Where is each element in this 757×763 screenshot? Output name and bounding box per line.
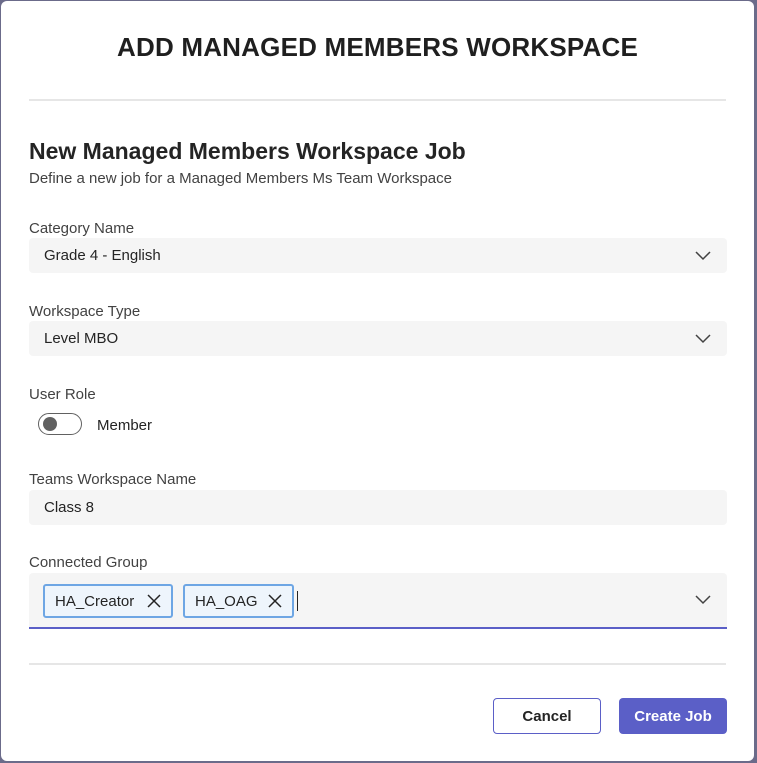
dialog-title: ADD MANAGED MEMBERS WORKSPACE	[117, 32, 638, 62]
add-workspace-dialog: ADD MANAGED MEMBERS WORKSPACE New Manage…	[1, 1, 754, 761]
workspace-name-input[interactable]: Class 8	[29, 490, 727, 525]
group-chip-label: HA_OAG	[195, 592, 258, 610]
footer-divider	[29, 663, 726, 665]
chevron-down-icon	[695, 333, 711, 343]
group-chip: HA_Creator	[43, 584, 173, 618]
toggle-knob	[43, 417, 57, 431]
user-role-toggle-label: Member	[97, 417, 153, 434]
workspace-name-value: Class 8	[44, 499, 95, 516]
cancel-button[interactable]: Cancel	[493, 698, 601, 734]
header-divider	[29, 99, 726, 101]
workspace-type-value: Level MBO	[44, 330, 119, 347]
close-icon[interactable]	[268, 594, 282, 608]
category-value: Grade 4 - English	[44, 247, 161, 264]
group-chip-label: HA_Creator	[55, 592, 135, 610]
category-label: Category Name	[29, 220, 135, 237]
workspace-type-label: Workspace Type	[29, 303, 141, 320]
section-subtitle: Define a new job for a Managed Members M…	[29, 170, 452, 187]
workspace-type-dropdown[interactable]: Level MBO	[29, 321, 727, 356]
group-chip: HA_OAG	[183, 584, 294, 618]
workspace-name-label: Teams Workspace Name	[29, 471, 197, 488]
text-caret	[297, 591, 298, 611]
close-icon[interactable]	[147, 594, 161, 608]
create-job-button[interactable]: Create Job	[619, 698, 727, 734]
category-dropdown[interactable]: Grade 4 - English	[29, 238, 727, 273]
connected-group-picker[interactable]: HA_Creator HA_OAG	[29, 573, 727, 629]
user-role-label: User Role	[29, 386, 96, 403]
user-role-toggle[interactable]	[38, 413, 82, 435]
section-title: New Managed Members Workspace Job	[29, 138, 466, 164]
chevron-down-icon[interactable]	[695, 595, 711, 605]
connected-group-label: Connected Group	[29, 554, 148, 571]
chevron-down-icon	[695, 250, 711, 260]
